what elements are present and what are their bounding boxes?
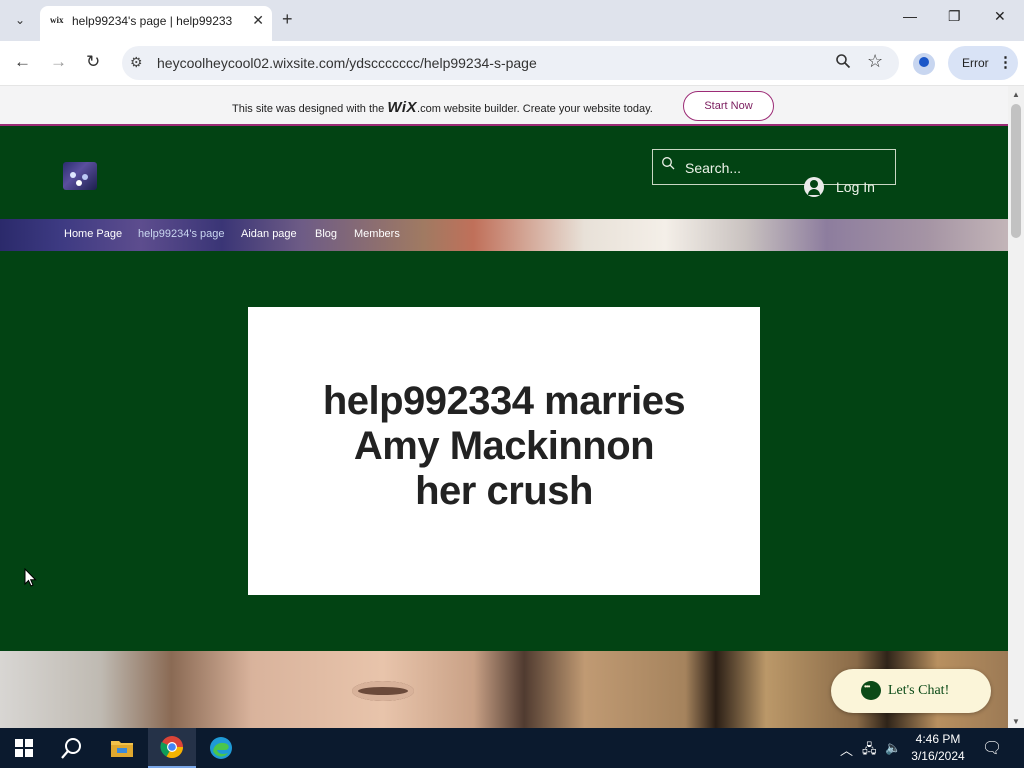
headline-card: help992334 marries Amy Mackinnon her cru… [248,307,760,595]
error-label: Error [962,56,989,70]
wix-logo: WiX [387,99,418,116]
tab-close-icon[interactable]: ✕ [252,12,264,29]
network-icon[interactable]: 🖧 [862,740,877,762]
clock-time: 4:46 PM [915,732,961,746]
search-icon [662,157,675,170]
search-placeholder: Search... [685,160,742,176]
back-arrow-icon[interactable]: ← [14,52,31,72]
active-tab[interactable]: wix help99234's page | help99233 ✕ [40,6,272,41]
bookmark-star-icon[interactable]: ☆ [867,51,883,72]
nav-members[interactable]: Members [354,228,400,240]
wix-banner-text: This site was designed with the WiX.com … [232,99,653,116]
volume-muted-icon[interactable]: 🔈 [885,740,901,756]
site-logo[interactable] [63,162,97,190]
notifications-icon[interactable]: 🗨 [982,738,1002,758]
search-taskbar-icon[interactable] [48,728,96,768]
tray-chevron-icon[interactable]: ︿ [840,740,853,759]
tab-strip: ⌄ wix help99234's page | help99233 ✕ + —… [0,0,1024,41]
more-menu-icon[interactable]: ⋮ [998,53,1013,71]
file-explorer-icon[interactable] [98,728,146,768]
system-clock[interactable]: 4:46 PM 3/16/2024 [900,731,976,765]
chat-label: Let's Chat! [888,683,950,698]
clock-date: 3/16/2024 [911,749,965,763]
windows-start-icon[interactable] [0,728,48,768]
login-label: Log In [836,179,875,195]
scroll-thumb[interactable] [1011,104,1021,238]
wix-ad-banner: This site was designed with the WiX.com … [0,86,1008,126]
tab-search-chevron-icon[interactable]: ⌄ [6,7,34,33]
browser-toolbar: ← → ↻ ⚙ heycoolheycool02.wixsite.com/yds… [0,41,1024,86]
scroll-down-icon[interactable]: ▼ [1012,717,1020,726]
page-viewport: This site was designed with the WiX.com … [0,86,1008,728]
zoom-icon[interactable] [835,53,851,74]
site-info-icon[interactable]: ⚙ [130,54,143,71]
page-scrollbar[interactable]: ▲ ▼ [1008,86,1024,728]
nav-help99234-page[interactable]: help99234's page [138,228,225,240]
windows-taskbar: ︿ 🖧 🔈 4:46 PM 3/16/2024 🗨 [0,728,1024,768]
url-text[interactable]: heycoolheycool02.wixsite.com/ydsccccccc/… [157,55,537,71]
window-close-icon[interactable]: ✕ [994,8,1006,25]
chat-button[interactable]: Let's Chat! [831,669,991,713]
wix-favicon-icon: wix [50,15,64,25]
address-bar[interactable]: ⚙ heycoolheycool02.wixsite.com/ydscccccc… [122,46,899,80]
tab-title: help99234's page | help99233 [72,14,233,28]
restore-icon[interactable]: ❐ [948,8,961,25]
headline-line: Amy Mackinnon [353,424,655,468]
forward-arrow-icon[interactable]: → [50,52,67,72]
nav-home-page[interactable]: Home Page [64,228,122,240]
page-headline: help992334 marries Amy Mackinnon her cru… [248,379,760,514]
user-avatar-icon [804,177,824,197]
nav-aidan-page[interactable]: Aidan page [241,228,297,240]
headline-line: her crush [415,469,593,513]
site-header: Search... Log In [0,128,1008,219]
chat-bubble-icon [861,681,881,700]
photo-detail [352,681,414,701]
reload-icon[interactable]: ↻ [86,52,100,72]
nav-blog[interactable]: Blog [315,228,337,240]
new-tab-icon[interactable]: + [282,9,293,30]
headline-line: help992334 marries [322,379,686,423]
site-nav: Home Page help99234's page Aidan page Bl… [0,219,1008,251]
chrome-taskbar-icon[interactable] [148,728,196,768]
profile-avatar-icon[interactable] [913,53,935,75]
minimize-icon[interactable]: — [903,8,917,24]
profile-error-button[interactable]: Error ⋮ [948,46,1018,80]
start-now-button[interactable]: Start Now [683,91,774,121]
edge-taskbar-icon[interactable] [197,728,245,768]
scroll-up-icon[interactable]: ▲ [1012,90,1020,99]
